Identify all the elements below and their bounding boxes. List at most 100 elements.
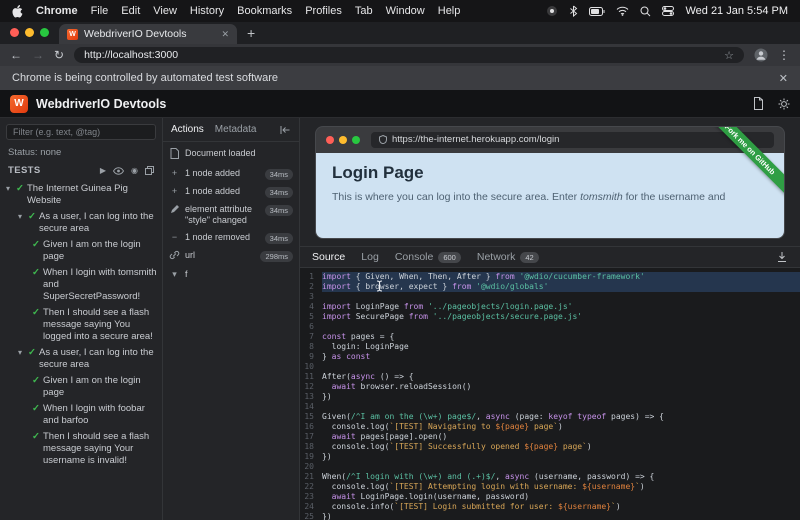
forward-button[interactable]: → (32, 49, 44, 61)
tab-metadata[interactable]: Metadata (215, 124, 257, 135)
action-label: 1 node added (185, 168, 241, 178)
menu-item[interactable]: Help (438, 5, 461, 17)
menu-item[interactable]: History (190, 5, 224, 17)
preview-close-icon (326, 135, 334, 144)
tab-label: Source (312, 251, 346, 263)
infobar-close-icon[interactable]: ✕ (779, 72, 788, 85)
line-content: console.log(`[TEST] Navigating to ${page… (322, 422, 800, 432)
token: ) (615, 502, 621, 511)
download-icon[interactable] (776, 251, 788, 263)
minus-icon: − (171, 232, 178, 242)
bluetooth-icon[interactable] (569, 5, 578, 17)
code-line: 8 login: LoginPage (300, 342, 800, 352)
action-item[interactable]: ▾ f (163, 266, 299, 283)
tab-actions[interactable]: Actions (171, 124, 204, 135)
test-tree-item[interactable]: ✓ Given I am on the login page (0, 373, 162, 401)
apple-logo-icon[interactable] (12, 4, 23, 18)
test-tree-item[interactable]: ✓ When I login with foobar and barfoo (0, 401, 162, 429)
action-time-badge: 34ms (264, 205, 293, 216)
token: keyof typeof (548, 412, 607, 421)
chevron-down-icon[interactable]: ▾ (6, 183, 16, 195)
menu-item-app[interactable]: Chrome (36, 5, 78, 17)
line-number: 22 (304, 482, 314, 491)
battery-icon[interactable] (589, 6, 605, 16)
test-label: Given I am on the login page (43, 239, 141, 262)
action-item[interactable]: element attribute "style" changed 34ms (163, 201, 299, 229)
code-editor[interactable]: 1 import { Given, When, Then, After } fro… (300, 268, 800, 520)
chevron-down-icon[interactable]: ▾ (18, 211, 28, 223)
action-item[interactable]: +1 node added 34ms (163, 183, 299, 201)
record-tests-icon[interactable]: ◉ (131, 166, 138, 175)
test-tree-item[interactable]: ✓ Then I should see a flash message sayin… (0, 429, 162, 469)
zoom-window-button[interactable] (40, 28, 49, 37)
address-bar[interactable]: http://localhost:3000 ☆ (74, 47, 744, 63)
tab-network[interactable]: Network 42 (477, 251, 539, 263)
code-line: 25}) (300, 512, 800, 520)
collapse-panel-icon[interactable] (279, 125, 291, 135)
menu-item[interactable]: Profiles (305, 5, 342, 17)
minimize-window-button[interactable] (25, 28, 34, 37)
tab-close-icon[interactable]: ✕ (221, 29, 229, 40)
watch-eye-icon[interactable] (113, 166, 125, 175)
line-content: const pages = { (322, 332, 800, 342)
menu-item[interactable]: Window (386, 5, 425, 17)
menu-item[interactable]: File (91, 5, 109, 17)
tab-count-badge: 600 (438, 251, 461, 263)
line-number: 23 (304, 492, 314, 501)
main-content: Status: none TESTS ▶ ◉ ▾✓The Internet Gu… (0, 118, 800, 520)
control-center-icon[interactable] (662, 6, 675, 16)
close-window-button[interactable] (10, 28, 19, 37)
bookmark-star-icon[interactable]: ☆ (724, 49, 734, 62)
line-content: }) (322, 452, 800, 462)
action-item[interactable]: Document loaded (163, 145, 299, 165)
new-tab-button[interactable]: + (247, 26, 255, 40)
test-tree-item[interactable]: ▾ ✓ As a user, I can log into the secure a… (0, 209, 162, 237)
line-content: After(async () => { (322, 372, 800, 382)
url-text[interactable]: http://localhost:3000 (84, 49, 718, 61)
screen-record-icon[interactable] (546, 5, 558, 17)
menu-item[interactable]: Bookmarks (237, 5, 292, 17)
line-number: 12 (304, 382, 314, 391)
action-item[interactable]: +1 node added 34ms (163, 165, 299, 183)
browser-tab[interactable]: W WebdriverIO Devtools ✕ (59, 24, 237, 44)
preview-heading: Login Page (332, 162, 424, 182)
menubar-clock[interactable]: Wed 21 Jan 5:54 PM (685, 5, 788, 17)
menu-item[interactable]: View (153, 5, 177, 17)
preview-minimize-icon (339, 135, 347, 144)
token: } (322, 352, 332, 361)
line-content: }) (322, 392, 800, 402)
tab-log[interactable]: Log (361, 251, 379, 263)
preview-paragraph-em: tomsmith (580, 190, 623, 203)
wifi-icon[interactable] (616, 6, 629, 16)
tab-source[interactable]: Source (312, 251, 345, 263)
profile-avatar[interactable] (754, 48, 768, 62)
filter-input[interactable] (6, 124, 156, 140)
test-tree-item[interactable]: ✓ When I login with tomsmith and SuperSec… (0, 265, 162, 305)
menu-item[interactable]: Edit (121, 5, 140, 17)
action-item[interactable]: url 298ms (163, 247, 299, 266)
code-line: 21 When(/^I login with (\w+) and (.+)$/, … (300, 472, 800, 482)
line-content (322, 362, 800, 372)
test-tree-item[interactable]: ▾ ✓ As a user, I can log into the secure a… (0, 345, 162, 373)
test-tree-item[interactable]: ✓ Then I should see a flash message sayin… (0, 305, 162, 345)
run-tests-icon[interactable]: ▶ (100, 166, 106, 175)
reload-button[interactable]: ↻ (54, 49, 64, 61)
theme-toggle-icon[interactable] (778, 98, 790, 110)
check-icon: ✓ (32, 403, 40, 414)
test-tree-item[interactable]: ▾ ✓ The Internet Guinea Pig Website (0, 181, 162, 209)
copy-icon[interactable] (145, 166, 154, 175)
chevron-down-icon[interactable]: ▾ (18, 347, 28, 359)
menu-item[interactable]: Tab (355, 5, 373, 17)
chrome-menu-icon[interactable]: ⋮ (778, 48, 790, 62)
tab-console[interactable]: Console 600 (395, 251, 461, 263)
line-number: 2 (309, 282, 314, 291)
token: ) (586, 442, 592, 451)
token: pages[page].open() (355, 432, 448, 441)
search-icon[interactable] (640, 6, 651, 17)
token: pages = { (346, 332, 395, 341)
back-button[interactable]: ← (10, 49, 22, 61)
report-doc-icon[interactable] (753, 97, 764, 110)
test-tree-item[interactable]: ✓ Given I am on the login page (0, 237, 162, 265)
action-item[interactable]: −1 node removed 34ms (163, 229, 299, 247)
tests-header: TESTS ▶ ◉ (8, 165, 154, 176)
